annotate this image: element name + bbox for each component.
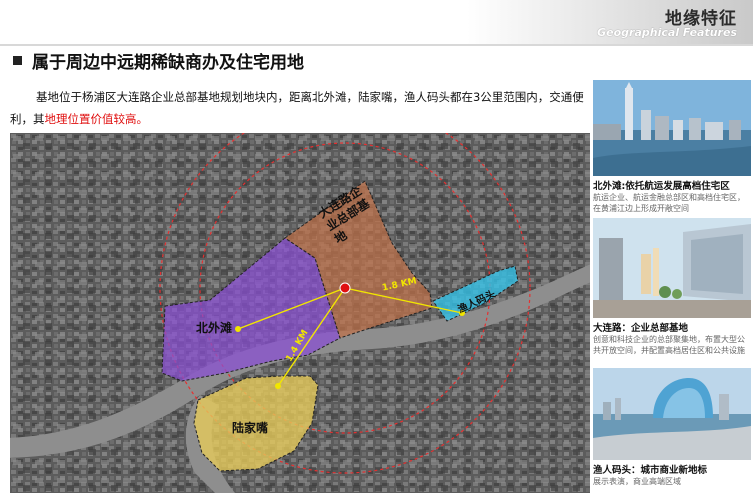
side-card-north-bund: 北外滩:依托航运发展高档住宅区 航运企业、航运金融总部区和高档住宅区，在黄浦江边… (593, 80, 751, 214)
endpoint-dot (235, 326, 241, 332)
photo-fishermans-wharf (593, 368, 751, 460)
endpoint-dot (275, 383, 281, 389)
side-desc-fishermans-wharf: 展示表演，商业高端区域 (593, 477, 681, 486)
side-caption-fishermans-wharf: 渔人码头：城市商业新地标 (593, 465, 708, 476)
intro-paragraph: 基地位于杨浦区大连路企业总部基地规划地块内，距离北外滩，陆家嘴，渔人码头都在3公… (10, 86, 595, 130)
area-label-north-bund: 北外滩 (196, 321, 233, 335)
site-marker-icon (339, 282, 351, 294)
side-desc-dalian-road: 创意和科技企业的总部聚集地，布置大型公共开放空间，并配置高档居住区和公共设施 (593, 335, 745, 355)
square-bullet-icon (13, 56, 22, 65)
header-divider (0, 44, 753, 46)
side-caption-north-bund: 北外滩:依托航运发展高档住宅区 (593, 181, 730, 192)
photo-dalian-road (593, 218, 751, 318)
aerial-map: 北外滩 大连路企业总部基地 渔人码头 陆家嘴 1.8 KM 1.4 KM (10, 133, 590, 493)
map-canvas (10, 133, 590, 493)
photo-north-bund (593, 80, 751, 176)
side-card-dalian-road: 大连路：企业总部基地 创意和科技企业的总部聚集地，布置大型公共开放空间，并配置高… (593, 218, 751, 356)
intro-highlight: 地理位置价值较高。 (44, 112, 149, 126)
area-label-lujiazui: 陆家嘴 (232, 421, 269, 435)
side-caption-dalian-road: 大连路：企业总部基地 (593, 323, 689, 334)
side-desc-north-bund: 航运企业、航运金融总部区和高档住宅区，在黄浦江边上形成开敞空间 (593, 193, 745, 213)
side-card-fishermans-wharf: 渔人码头：城市商业新地标 展示表演，商业高端区域 (593, 368, 751, 487)
section-title: 属于周边中远期稀缺商办及住宅用地 (32, 53, 304, 73)
header-subtitle: Geographical Features (597, 26, 737, 39)
